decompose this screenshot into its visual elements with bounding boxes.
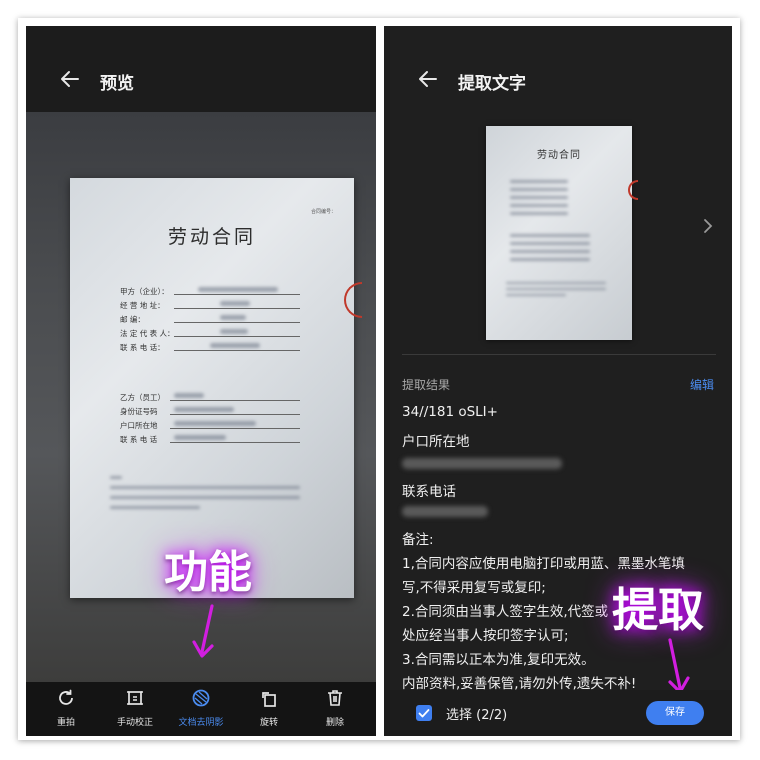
- preview-screen: 预览 合同编号： 劳动合同 甲方（企业）： 经 营 地 址： 邮 编： 法 定 …: [26, 26, 376, 736]
- redacted-text: [220, 315, 246, 320]
- extracted-line: 处应经当事人按印签字认可;: [402, 628, 569, 644]
- manual-correct-button[interactable]: 手动校正: [100, 688, 170, 728]
- page-title: 预览: [100, 74, 134, 94]
- thumbnail-text: [510, 196, 568, 199]
- red-seal-stamp: [344, 282, 362, 318]
- extract-text-screen: 提取文字 劳动合同 提取结果 编辑 34//181 oSLI+ 户口所在地 联系…: [384, 26, 732, 736]
- retake-icon: [59, 689, 73, 705]
- edit-button[interactable]: 编辑: [690, 376, 714, 393]
- thumbnail-text: [506, 282, 606, 284]
- preview-header: 预览: [26, 26, 376, 112]
- thumbnail-text: [506, 288, 606, 290]
- red-seal-stamp: [628, 180, 638, 200]
- extract-header: 提取文字: [384, 26, 732, 112]
- notes-text: [110, 476, 122, 479]
- notes-text: [110, 506, 200, 509]
- thumbnail-text: [510, 188, 568, 191]
- thumbnail-text: [510, 242, 590, 245]
- extract-result-label: 提取结果: [402, 378, 451, 392]
- scanned-document[interactable]: 合同编号： 劳动合同 甲方（企业）： 经 营 地 址： 邮 编： 法 定 代 表…: [70, 178, 362, 598]
- redacted-text: [402, 506, 488, 517]
- extract-bottom-bar: 选择 (2/2) 保存: [384, 690, 732, 736]
- thumbnail-text: [510, 204, 568, 207]
- redacted-text: [174, 435, 226, 440]
- field-line: [174, 308, 300, 309]
- extracted-line: 34//181 oSLI+: [402, 404, 498, 420]
- contract-number-label: 合同编号：: [310, 209, 336, 215]
- page-title: 提取文字: [458, 74, 526, 94]
- redacted-text: [174, 407, 234, 412]
- extracted-line: 联系电话: [402, 484, 456, 500]
- party-b-field: 联 系 电 话: [120, 435, 158, 444]
- save-button[interactable]: 保存: [646, 701, 704, 725]
- redacted-text: [220, 329, 248, 334]
- extracted-line: 1,合同内容应使用电脑打印或用蓝、黑墨水笔填: [402, 556, 685, 572]
- thumbnail-text: [510, 180, 568, 183]
- back-arrow-icon[interactable]: [418, 69, 438, 89]
- redacted-text: [402, 458, 562, 469]
- party-a-field: 经 营 地 址：: [120, 301, 165, 310]
- party-b-field: 身份证号码: [120, 407, 158, 416]
- extracted-line: 3.合同需以正本为准,复印无效。: [402, 652, 595, 668]
- select-all-checkbox[interactable]: [416, 705, 432, 721]
- field-line: [170, 414, 300, 415]
- extracted-line: 写,不得采用复写或复印;: [402, 580, 546, 596]
- field-line: [174, 350, 300, 351]
- extracted-line: 户口所在地: [402, 434, 470, 450]
- edit-toolbar: 重拍 手动校正 文档去阴影 旋转 删除: [26, 682, 376, 736]
- remove-shadow-label: 文档去阴影: [178, 718, 224, 728]
- document-thumbnail[interactable]: 劳动合同: [486, 126, 638, 340]
- party-a-field: 邮 编：: [120, 315, 145, 324]
- thumbnail-title: 劳动合同: [537, 150, 581, 161]
- select-count-label: 选择 (2/2): [446, 708, 508, 723]
- extracted-line: 备注:: [402, 532, 434, 548]
- divider: [402, 354, 716, 355]
- function-overlay-label: 功能: [164, 547, 252, 598]
- redacted-text: [174, 421, 256, 426]
- remove-shadow-button[interactable]: 文档去阴影: [166, 688, 236, 728]
- extract-overlay-label: 提取: [612, 583, 704, 637]
- rotate-button[interactable]: 旋转: [234, 688, 304, 728]
- thumbnail-text: [510, 258, 590, 261]
- extracted-line: 内部资料,妥善保管,请勿外传,遗失不补!: [402, 676, 637, 692]
- redacted-text: [198, 287, 278, 292]
- notes-text: [110, 496, 300, 499]
- delete-label: 删除: [325, 718, 344, 728]
- down-arrow-annotation: [668, 638, 690, 694]
- check-icon: [418, 709, 430, 718]
- party-b-field: 乙方（员工）: [120, 393, 165, 402]
- party-a-field: 法 定 代 表 人：: [120, 329, 175, 338]
- thumbnail-text: [506, 294, 566, 296]
- redacted-text: [220, 301, 250, 306]
- remove-shadow-icon: [192, 689, 210, 707]
- field-line: [170, 428, 300, 429]
- thumbnail-text: [510, 212, 568, 215]
- document-title: 劳动合同: [167, 226, 256, 248]
- extracted-line: 2.合同须由当事人签字生效,代签或: [402, 604, 609, 620]
- chevron-right-icon[interactable]: [702, 218, 714, 234]
- retake-label: 重拍: [56, 718, 75, 728]
- field-line: [174, 336, 300, 337]
- crop-icon: [127, 691, 143, 705]
- redacted-text: [174, 393, 204, 398]
- party-a-field: 联 系 电 话：: [120, 343, 165, 352]
- rotate-label: 旋转: [259, 718, 278, 728]
- rotate-icon: [262, 692, 276, 707]
- thumbnail-text: [510, 250, 590, 253]
- back-arrow-icon[interactable]: [60, 69, 80, 89]
- redacted-text: [210, 343, 260, 348]
- field-line: [170, 442, 300, 443]
- party-b-field: 户口所在地: [120, 421, 158, 430]
- delete-icon: [328, 690, 342, 706]
- delete-button[interactable]: 删除: [300, 688, 370, 728]
- retake-button[interactable]: 重拍: [31, 688, 101, 728]
- manual-correct-label: 手动校正: [116, 718, 153, 728]
- field-line: [170, 400, 300, 401]
- thumbnail-text: [510, 234, 590, 237]
- notes-text: [110, 486, 300, 489]
- field-line: [174, 322, 300, 323]
- party-a-field: 甲方（企业）：: [120, 287, 169, 296]
- field-line: [174, 294, 300, 295]
- down-arrow-annotation: [192, 604, 214, 658]
